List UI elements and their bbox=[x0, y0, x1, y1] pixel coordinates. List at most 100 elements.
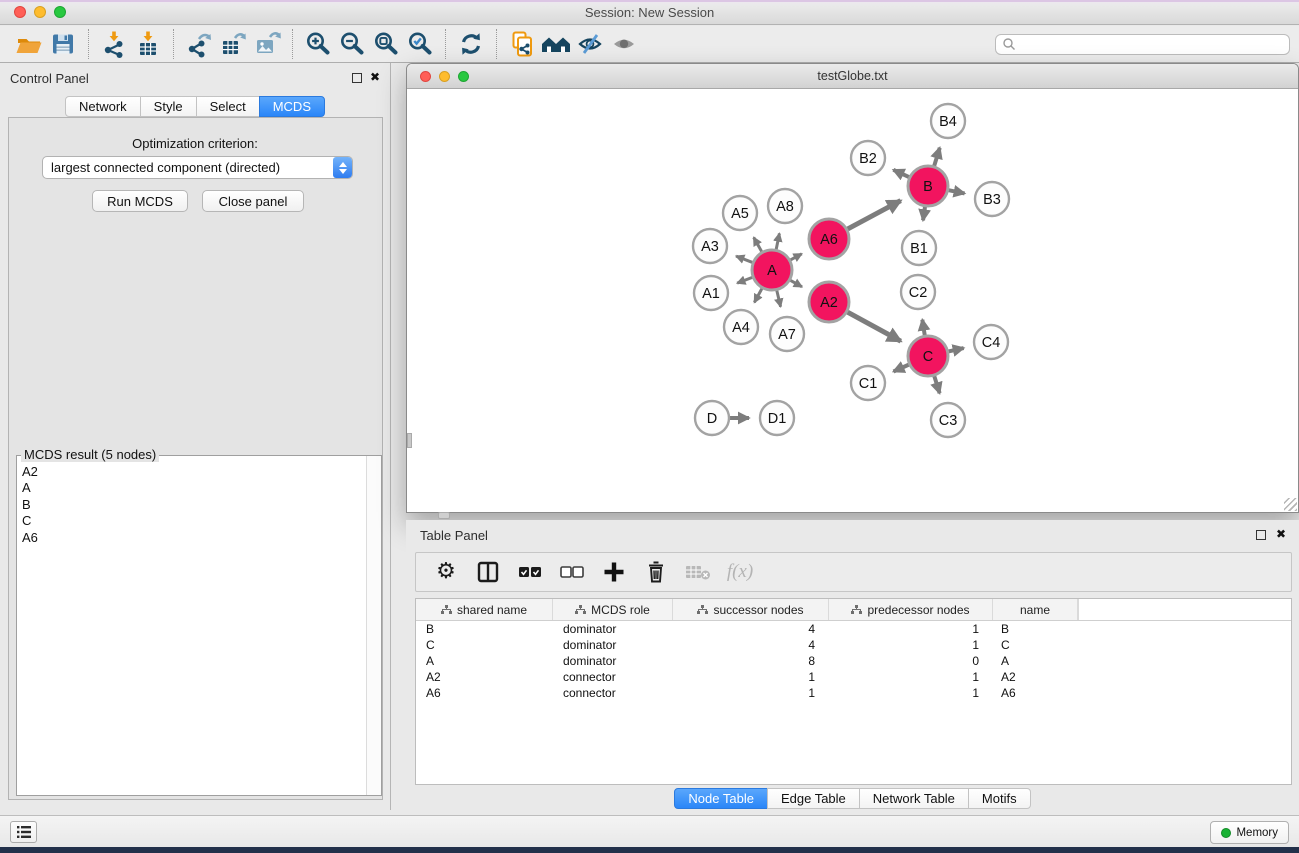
export-table-button[interactable] bbox=[216, 28, 250, 60]
graph-edge-C-C1[interactable] bbox=[894, 365, 909, 372]
graph-node-A8[interactable]: A8 bbox=[768, 189, 802, 223]
column-header-successor-nodes[interactable]: successor nodes bbox=[673, 599, 829, 620]
hide-selected-button[interactable] bbox=[573, 28, 607, 60]
function-builder-button[interactable]: f(x) bbox=[726, 558, 754, 586]
graph-node-C4[interactable]: C4 bbox=[974, 325, 1008, 359]
graph-node-A7[interactable]: A7 bbox=[770, 317, 804, 351]
float-panel-icon[interactable] bbox=[352, 73, 362, 83]
tab-network-table[interactable]: Network Table bbox=[859, 788, 969, 809]
graph-edge-A-A8[interactable] bbox=[776, 233, 779, 249]
tab-motifs[interactable]: Motifs bbox=[968, 788, 1031, 809]
tab-style[interactable]: Style bbox=[140, 96, 197, 117]
result-scrollbar[interactable] bbox=[366, 456, 381, 795]
table-row-b[interactable]: Bdominator41B bbox=[416, 621, 1291, 637]
graph-node-B4[interactable]: B4 bbox=[931, 104, 965, 138]
resize-grip-icon[interactable] bbox=[1284, 498, 1297, 511]
graph-edge-C-C2[interactable] bbox=[922, 320, 924, 336]
search-input[interactable] bbox=[1017, 36, 1289, 53]
graph-node-C3[interactable]: C3 bbox=[931, 403, 965, 437]
column-header-predecessor-nodes[interactable]: predecessor nodes bbox=[829, 599, 993, 620]
first-neighbors-button[interactable] bbox=[539, 28, 573, 60]
tab-network[interactable]: Network bbox=[65, 96, 141, 117]
refresh-view-button[interactable] bbox=[454, 28, 488, 60]
result-item-c[interactable]: C bbox=[18, 513, 365, 529]
table-row-a2[interactable]: A2connector11A2 bbox=[416, 669, 1291, 685]
column-header-shared-name[interactable]: shared name bbox=[416, 599, 553, 620]
graph-edge-B-B2[interactable] bbox=[893, 170, 909, 177]
memory-button[interactable]: Memory bbox=[1210, 821, 1289, 844]
export-network-button[interactable] bbox=[182, 28, 216, 60]
zoom-in-button[interactable] bbox=[301, 28, 335, 60]
add-column-button[interactable] bbox=[600, 558, 628, 586]
graph-node-A2[interactable]: A2 bbox=[809, 282, 849, 322]
task-history-button[interactable] bbox=[10, 821, 37, 843]
tab-select[interactable]: Select bbox=[196, 96, 260, 117]
table-row-a[interactable]: Adominator80A bbox=[416, 653, 1291, 669]
network-canvas[interactable]: B4 B2 B B3 B1 A5 A8A6 A3 A A1 C2 A4 A7A2 C C4 C1 C3 D D1 bbox=[407, 89, 1298, 512]
graph-node-B3[interactable]: B3 bbox=[975, 182, 1009, 216]
tab-edge-table[interactable]: Edge Table bbox=[767, 788, 860, 809]
tab-node-table[interactable]: Node Table bbox=[674, 788, 768, 809]
splitter-handle-bottom[interactable] bbox=[438, 512, 450, 519]
open-session-button[interactable] bbox=[12, 28, 46, 60]
optimization-criterion-select[interactable]: largest connected component (directed) bbox=[42, 156, 353, 179]
table-row-c[interactable]: Cdominator41C bbox=[416, 637, 1291, 653]
import-network-button[interactable] bbox=[97, 28, 131, 60]
graph-node-B1[interactable]: B1 bbox=[902, 231, 936, 265]
float-table-panel-icon[interactable] bbox=[1256, 530, 1266, 540]
delete-table-button[interactable] bbox=[684, 558, 712, 586]
save-session-button[interactable] bbox=[46, 28, 80, 60]
column-header-name[interactable]: name bbox=[993, 599, 1078, 620]
zoom-fit-button[interactable] bbox=[369, 28, 403, 60]
graph-node-A6[interactable]: A6 bbox=[809, 219, 849, 259]
graph-node-A5[interactable]: A5 bbox=[723, 196, 757, 230]
graph-node-B2[interactable]: B2 bbox=[851, 141, 885, 175]
graph-edge-A-A3[interactable] bbox=[736, 256, 752, 262]
show-columns-button[interactable] bbox=[474, 558, 502, 586]
graph-node-A[interactable]: A bbox=[752, 250, 792, 290]
result-item-a2[interactable]: A2 bbox=[18, 464, 365, 480]
result-item-a[interactable]: A bbox=[18, 480, 365, 496]
close-panel-button[interactable]: Close panel bbox=[202, 190, 304, 212]
close-panel-icon[interactable]: ✖ bbox=[370, 70, 380, 84]
graph-edge-A-A5[interactable] bbox=[754, 237, 762, 251]
graph-node-D[interactable]: D bbox=[695, 401, 729, 435]
graph-edge-A2-C[interactable] bbox=[847, 312, 900, 341]
close-table-panel-icon[interactable]: ✖ bbox=[1276, 527, 1286, 541]
export-image-button[interactable] bbox=[250, 28, 284, 60]
graph-edge-A-A2[interactable] bbox=[790, 280, 802, 287]
graph-node-A3[interactable]: A3 bbox=[693, 229, 727, 263]
graph-node-A4[interactable]: A4 bbox=[724, 310, 758, 344]
graph-edge-A-A7[interactable] bbox=[777, 290, 781, 306]
graph-edge-B-B4[interactable] bbox=[934, 148, 940, 166]
select-all-button[interactable] bbox=[516, 558, 544, 586]
graph-edge-B-B3[interactable] bbox=[949, 190, 965, 193]
result-item-a6[interactable]: A6 bbox=[18, 530, 365, 546]
deselect-all-button[interactable] bbox=[558, 558, 586, 586]
graph-node-C2[interactable]: C2 bbox=[901, 275, 935, 309]
graph-node-C[interactable]: C bbox=[908, 336, 948, 376]
graph-node-C1[interactable]: C1 bbox=[851, 366, 885, 400]
tab-mcds[interactable]: MCDS bbox=[259, 96, 325, 117]
graph-node-D1[interactable]: D1 bbox=[760, 401, 794, 435]
import-table-button[interactable] bbox=[131, 28, 165, 60]
table-settings-button[interactable]: ⚙ bbox=[432, 558, 460, 586]
run-mcds-button[interactable]: Run MCDS bbox=[92, 190, 188, 212]
graph-edge-C-C4[interactable] bbox=[948, 348, 963, 351]
zoom-out-button[interactable] bbox=[335, 28, 369, 60]
graph-edge-A6-B[interactable] bbox=[848, 201, 901, 229]
graph-node-A1[interactable]: A1 bbox=[694, 276, 728, 310]
table-row-a6[interactable]: A6connector11A6 bbox=[416, 685, 1291, 701]
graph-edge-C-C3[interactable] bbox=[934, 376, 939, 393]
graph-node-B[interactable]: B bbox=[908, 166, 948, 206]
graph-edge-A-A6[interactable] bbox=[790, 254, 801, 260]
column-header-mcds-role[interactable]: MCDS role bbox=[553, 599, 673, 620]
delete-column-button[interactable] bbox=[642, 558, 670, 586]
graph-edge-B-B1[interactable] bbox=[923, 207, 925, 221]
zoom-selected-button[interactable] bbox=[403, 28, 437, 60]
graph-edge-A-A4[interactable] bbox=[754, 288, 762, 302]
show-all-button[interactable] bbox=[607, 28, 641, 60]
splitter-handle-left[interactable] bbox=[407, 433, 412, 448]
graph-edge-A-A1[interactable] bbox=[737, 277, 752, 283]
new-network-from-selection-button[interactable] bbox=[505, 28, 539, 60]
